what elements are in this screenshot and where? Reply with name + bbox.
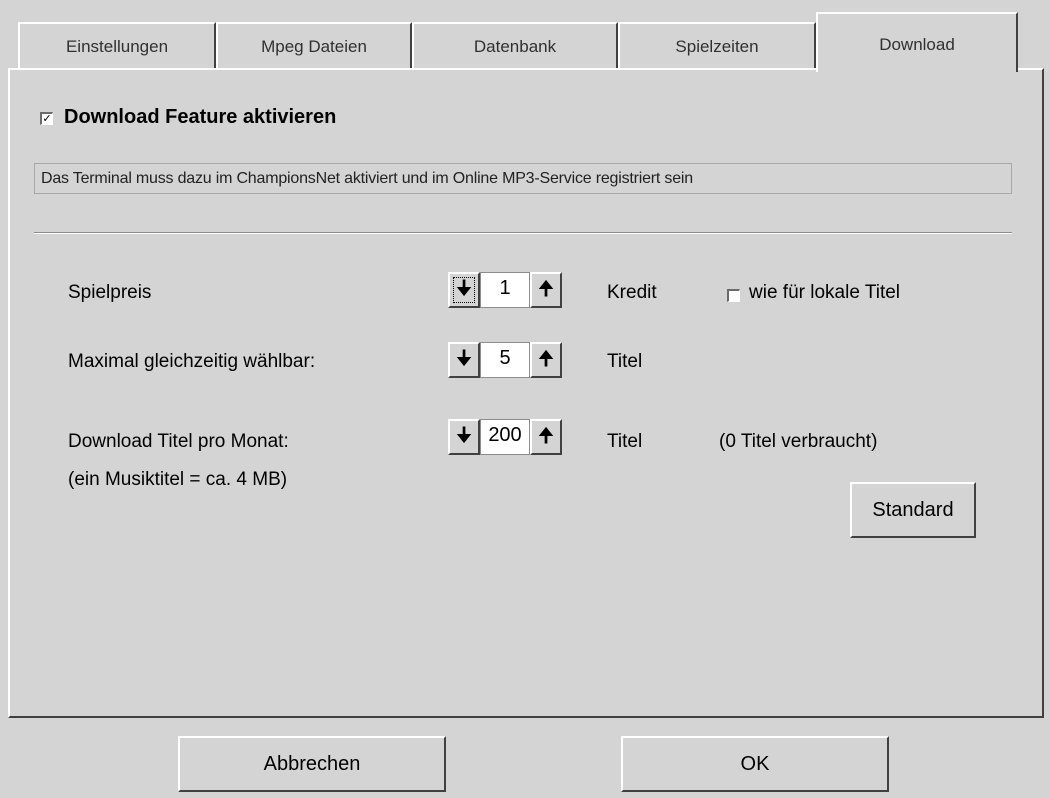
spielpreis-unit: Kredit [607,282,657,303]
arrow-up-icon: 🠉 [537,425,555,447]
standard-button[interactable]: Standard [850,482,976,538]
maximal-increment-button[interactable]: 🠉 [530,342,562,378]
cancel-button[interactable]: Abbrechen [178,736,446,792]
download-titel-unit: Titel [607,431,643,452]
info-text: Das Terminal muss dazu im ChampionsNet a… [34,163,1012,194]
download-feature-checkbox[interactable]: ✓ [40,112,53,125]
download-titel-value[interactable]: 200 [480,419,530,455]
separator [34,232,1012,234]
tab-bar: Einstellungen Mpeg Dateien Datenbank Spi… [18,12,1018,72]
download-feature-label[interactable]: Download Feature aktivieren [64,106,336,129]
arrow-down-icon: 🠋 [455,348,473,370]
tab-download[interactable]: Download [816,12,1018,72]
spielpreis-increment-button[interactable]: 🠉 [530,272,562,308]
maximal-unit: Titel [607,351,643,372]
download-titel-note: (ein Musiktitel = ca. 4 MB) [68,469,288,490]
spielpreis-decrement-button[interactable]: 🠋 [448,272,480,308]
arrow-up-icon: 🠉 [537,348,555,370]
spielpreis-value[interactable]: 1 [480,272,530,308]
tab-mpeg-dateien[interactable]: Mpeg Dateien [216,22,412,70]
lokale-titel-label[interactable]: wie für lokale Titel [749,282,900,304]
download-titel-increment-button[interactable]: 🠉 [530,419,562,455]
spielpreis-label: Spielpreis [68,282,152,303]
maximal-decrement-button[interactable]: 🠋 [448,342,480,378]
arrow-down-icon: 🠋 [455,278,473,300]
maximal-value[interactable]: 5 [480,342,530,378]
lokale-titel-checkbox[interactable] [727,289,740,302]
download-panel: ✓ Download Feature aktivieren Das Termin… [8,68,1044,718]
download-titel-label: Download Titel pro Monat: [68,431,289,452]
arrow-up-icon: 🠉 [537,278,555,300]
ok-button[interactable]: OK [621,736,889,792]
tab-einstellungen[interactable]: Einstellungen [18,22,216,70]
maximal-label: Maximal gleichzeitig wählbar: [68,351,316,372]
tab-datenbank[interactable]: Datenbank [412,22,618,70]
download-titel-decrement-button[interactable]: 🠋 [448,419,480,455]
download-titel-used: (0 Titel verbraucht) [719,431,878,452]
checkmark-icon: ✓ [42,113,52,125]
arrow-down-icon: 🠋 [455,425,473,447]
tab-spielzeiten[interactable]: Spielzeiten [618,22,816,70]
